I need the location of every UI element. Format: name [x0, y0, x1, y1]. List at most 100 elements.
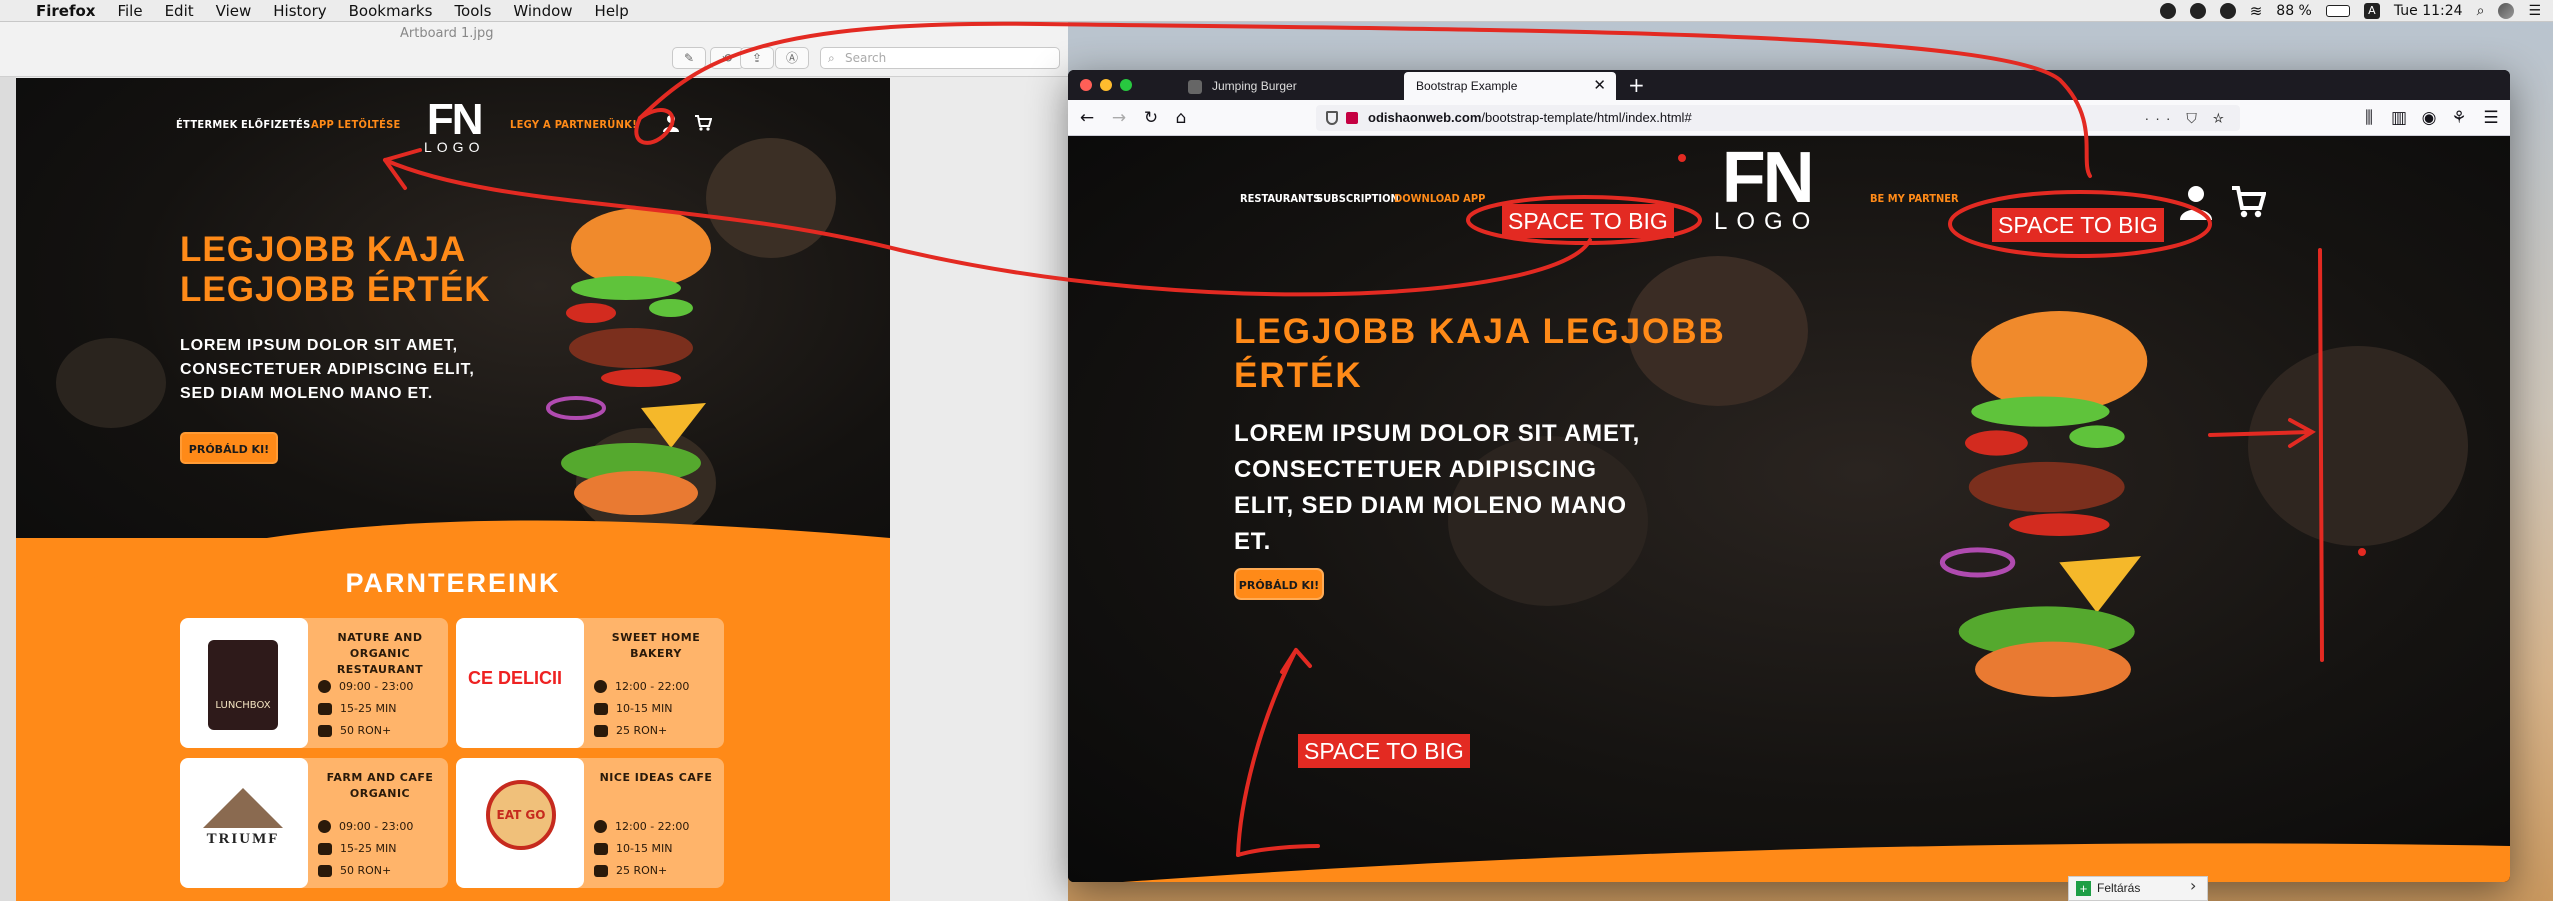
- finder-sidebar-item[interactable]: Feltárás: [2068, 876, 2208, 901]
- sidebar-icon[interactable]: ▥: [2388, 107, 2410, 129]
- menu-file[interactable]: File: [117, 2, 142, 20]
- clock-icon: [318, 680, 331, 693]
- site-nav-subscription[interactable]: SUBSCRIPTION: [1316, 192, 1399, 205]
- chevron-right-icon[interactable]: ›: [2190, 876, 2196, 895]
- site-hero-headline: LEGJOBB KAJA LEGJOBB ÉRTÉK: [1234, 312, 1726, 395]
- artboard-nav-download[interactable]: APP LETÖLTÉSE: [311, 118, 401, 131]
- partner-hours-row: 12:00 - 22:00: [594, 680, 689, 693]
- partner-min-price: 25 RON+: [616, 864, 668, 877]
- page-actions-icons[interactable]: ··· ⛉ ☆: [2145, 105, 2230, 131]
- battery-percent[interactable]: 88 %: [2276, 3, 2312, 19]
- section-wave-divider: [16, 520, 890, 618]
- site-nav-download[interactable]: DOWNLOAD APP: [1394, 192, 1485, 205]
- tracking-shield-icon[interactable]: [1326, 111, 1338, 125]
- back-arrow-icon[interactable]: ←: [1076, 107, 1098, 129]
- tab-bootstrap-example[interactable]: Bootstrap Example ✕: [1404, 72, 1616, 100]
- status-app-icon[interactable]: [2159, 3, 2176, 19]
- artboard-nav-partner[interactable]: LEGY A PARTNERÜNK!: [510, 118, 637, 131]
- spotlight-icon[interactable]: ⌕: [2477, 3, 2485, 19]
- preview-document-title: Artboard 1.jpg: [400, 26, 494, 41]
- notification-center-icon[interactable]: ☰: [2528, 3, 2541, 19]
- markup-pen-button[interactable]: ✎: [672, 47, 706, 69]
- partner-card[interactable]: CE DELICII SWEET HOME BAKERY 12:00 - 22:…: [456, 618, 724, 748]
- menu-edit[interactable]: Edit: [165, 2, 194, 20]
- new-tab-plus-icon[interactable]: +: [1628, 72, 1645, 98]
- clock-icon: [318, 820, 331, 833]
- section-wave-divider: [1122, 843, 2510, 882]
- siri-icon[interactable]: [2498, 3, 2515, 19]
- tab-favicon: [1188, 80, 1202, 94]
- creative-cloud-icon[interactable]: [2189, 3, 2206, 19]
- annotate-button[interactable]: Ⓐ: [775, 47, 809, 69]
- menu-history[interactable]: History: [273, 2, 326, 20]
- partner-delivery-time: 10-15 MIN: [616, 842, 673, 855]
- burger-illustration: [1939, 311, 2148, 697]
- menu-help[interactable]: Help: [595, 2, 629, 20]
- wifi-icon[interactable]: ≋: [2250, 2, 2263, 20]
- site-cta-button[interactable]: PRÓBÁLD KI!: [1234, 568, 1324, 600]
- clock-icon: [594, 680, 607, 693]
- artboard-cta-button[interactable]: PRÓBÁLD KI!: [180, 432, 278, 464]
- vpn-icon[interactable]: [2219, 3, 2236, 19]
- partner-hours: 12:00 - 22:00: [615, 680, 690, 693]
- window-minimize-button[interactable]: [1100, 79, 1112, 91]
- page-viewport: RESTAURANTS SUBSCRIPTION DOWNLOAD APP FN…: [1068, 136, 2510, 882]
- cart-icon[interactable]: [694, 114, 712, 132]
- money-icon: [594, 724, 608, 737]
- menu-view[interactable]: View: [216, 2, 252, 20]
- extensions-icon[interactable]: ⚘: [2448, 107, 2470, 129]
- reload-icon[interactable]: ↻: [1140, 107, 1162, 129]
- tab-close-icon[interactable]: ✕: [1593, 72, 1606, 100]
- cedelicii-logo: CE DELICII: [468, 668, 563, 688]
- menu-app-name[interactable]: Firefox: [36, 2, 95, 20]
- triumf-logo-text: TRIUMF: [206, 831, 280, 847]
- library-icon[interactable]: ⫼: [2358, 107, 2380, 129]
- artboard-hero-headline: LEGJOBB KAJA LEGJOBB ÉRTÉK: [180, 230, 491, 309]
- menu-tools[interactable]: Tools: [454, 2, 491, 20]
- account-icon[interactable]: ◉: [2418, 107, 2440, 129]
- site-nav-partner[interactable]: BE MY PARTNER: [1870, 192, 1959, 205]
- delivery-truck-icon: [318, 842, 332, 855]
- spice-bowl-image: [2248, 346, 2468, 546]
- partner-card[interactable]: TRIUMF FARM AND CAFE ORGANIC 09:00 - 23:…: [180, 758, 448, 888]
- artboard-hero-subtext: LOREM IPSUM DOLOR SIT AMET, CONSECTETUER…: [180, 337, 475, 402]
- menubar-clock[interactable]: Tue 11:24: [2394, 3, 2463, 19]
- artboard-logo[interactable]: FN LOGO: [424, 98, 484, 155]
- partner-logo-thumb: CE DELICII: [456, 618, 584, 748]
- hamburger-menu-icon[interactable]: ☰: [2480, 107, 2502, 129]
- site-security-icon[interactable]: [1346, 112, 1358, 124]
- cart-icon[interactable]: [2230, 184, 2266, 220]
- eatgo-logo: EAT GO: [486, 780, 556, 850]
- user-icon[interactable]: [2178, 184, 2214, 220]
- partner-card[interactable]: LUNCHBOX NATURE AND ORGANIC RESTAURANT 0…: [180, 618, 448, 748]
- lunchbox-logo: LUNCHBOX: [208, 640, 278, 730]
- menu-window[interactable]: Window: [513, 2, 572, 20]
- rotate-button[interactable]: ⟲: [710, 47, 744, 69]
- preview-search-input[interactable]: Search: [820, 47, 1060, 69]
- partner-name: SWEET HOME BAKERY: [611, 631, 701, 660]
- partner-hours: 12:00 - 22:00: [615, 820, 690, 833]
- partner-price-row: 25 RON+: [594, 724, 667, 737]
- window-zoom-button[interactable]: [1120, 79, 1132, 91]
- forward-arrow-icon[interactable]: →: [1108, 107, 1130, 129]
- money-icon: [594, 864, 608, 877]
- window-close-button[interactable]: [1080, 79, 1092, 91]
- firefox-window: Jumping Burger ✕ Bootstrap Example ✕ + ←…: [1068, 70, 2510, 882]
- partner-card[interactable]: EAT GO NICE IDEAS CAFE 12:00 - 22:00 10-…: [456, 758, 724, 888]
- logo-word-text: LOGO: [1714, 208, 1820, 235]
- artboard-nav-restaurants[interactable]: ÉTTERMEK: [176, 118, 238, 131]
- tab-label: Bootstrap Example: [1416, 79, 1518, 93]
- artboard-nav-subscription[interactable]: ELŐFIZETÉS: [241, 118, 311, 131]
- site-nav-restaurants[interactable]: RESTAURANTS: [1240, 192, 1320, 205]
- user-icon[interactable]: [662, 114, 680, 132]
- site-logo[interactable]: FN LOGO: [1714, 142, 1820, 235]
- money-icon: [318, 864, 332, 877]
- url-bar[interactable]: odishaonweb.com/bootstrap-template/html/…: [1316, 105, 2240, 131]
- input-source-icon[interactable]: A: [2363, 3, 2380, 19]
- menu-bookmarks[interactable]: Bookmarks: [349, 2, 433, 20]
- mac-menubar: Firefox File Edit View History Bookmarks…: [0, 0, 2553, 22]
- partner-delivery-row: 10-15 MIN: [594, 702, 672, 715]
- battery-icon[interactable]: [2325, 5, 2350, 17]
- home-icon[interactable]: ⌂: [1170, 107, 1192, 129]
- share-button[interactable]: ⇪: [740, 47, 774, 69]
